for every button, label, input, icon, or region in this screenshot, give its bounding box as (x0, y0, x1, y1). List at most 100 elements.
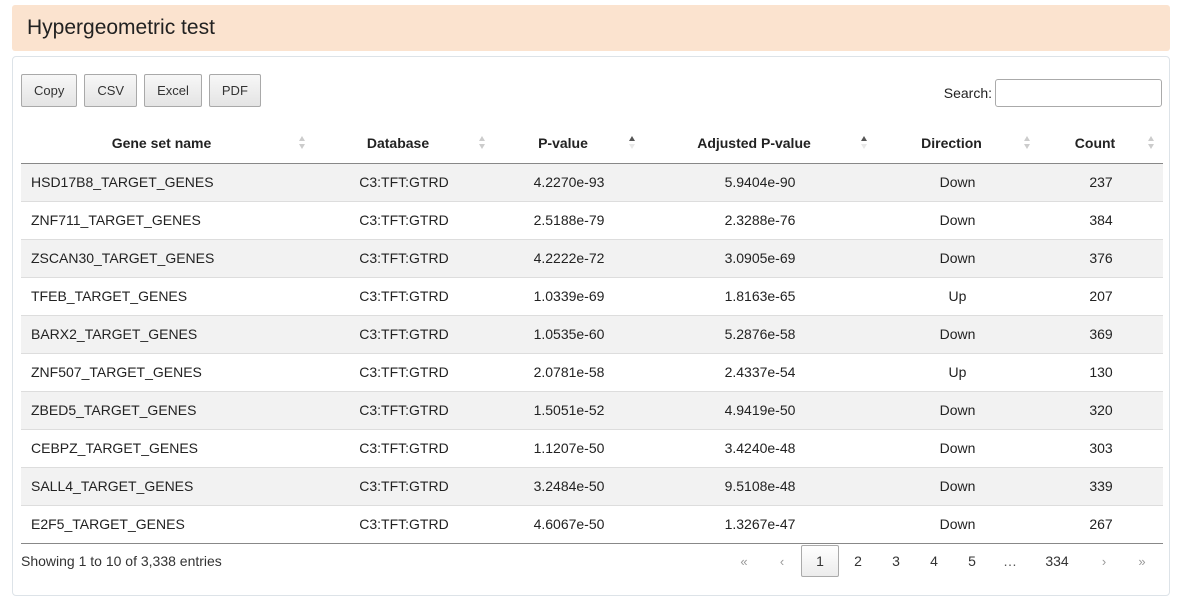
gene-set-name-cell: BARX2_TARGET_GENES (21, 315, 314, 354)
gene-set-name-cell: HSD17B8_TARGET_GENES (21, 163, 314, 202)
adjusted-p-value-cell: 5.2876e-58 (644, 315, 876, 354)
direction-cell: Down (876, 467, 1039, 506)
direction-cell: Down (876, 315, 1039, 354)
previous-page-button[interactable]: ‹ (763, 545, 801, 577)
direction-cell: Down (876, 239, 1039, 278)
p-value-cell: 3.2484e-50 (494, 467, 644, 506)
export-toolbar: Copy CSV Excel PDF (21, 74, 261, 107)
count-cell: 384 (1039, 201, 1163, 240)
count-cell: 376 (1039, 239, 1163, 278)
p-value-cell: 1.0339e-69 (494, 277, 644, 316)
table-body: HSD17B8_TARGET_GENES C3:TFT:GTRD 4.2270e-9… (21, 163, 1163, 544)
sort-both-icon (479, 136, 486, 150)
page-button-5[interactable]: 5 (953, 545, 991, 577)
excel-button[interactable]: Excel (144, 74, 202, 107)
sort-both-icon (299, 136, 306, 150)
gene-set-name-cell: TFEB_TARGET_GENES (21, 277, 314, 316)
table-row[interactable]: SALL4_TARGET_GENES C3:TFT:GTRD 3.2484e-50 9… (21, 467, 1163, 506)
table-row[interactable]: ZBED5_TARGET_GENES C3:TFT:GTRD 1.5051e-52 4… (21, 391, 1163, 430)
column-header-label: Database (366, 135, 430, 152)
count-cell: 320 (1039, 391, 1163, 430)
last-page-button[interactable]: » (1123, 545, 1161, 577)
direction-cell: Down (876, 429, 1039, 468)
database-cell: C3:TFT:GTRD (314, 505, 494, 544)
column-header-adjusted-p-value[interactable]: Adjusted P-value (644, 124, 876, 164)
database-cell: C3:TFT:GTRD (314, 315, 494, 354)
gene-set-name-cell: E2F5_TARGET_GENES (21, 505, 314, 544)
sort-both-icon (1148, 136, 1155, 150)
page-header: Hypergeometric test (12, 5, 1170, 51)
table-row[interactable]: HSD17B8_TARGET_GENES C3:TFT:GTRD 4.2270e-9… (21, 163, 1163, 202)
gene-set-name-cell: ZNF507_TARGET_GENES (21, 353, 314, 392)
p-value-cell: 1.1207e-50 (494, 429, 644, 468)
search-input[interactable] (995, 79, 1162, 107)
table-row[interactable]: BARX2_TARGET_GENES C3:TFT:GTRD 1.0535e-60 5… (21, 315, 1163, 354)
count-cell: 237 (1039, 163, 1163, 202)
column-header-direction[interactable]: Direction (876, 124, 1039, 164)
p-value-cell: 2.5188e-79 (494, 201, 644, 240)
table-row[interactable]: TFEB_TARGET_GENES C3:TFT:GTRD 1.0339e-69 1.… (21, 277, 1163, 316)
database-cell: C3:TFT:GTRD (314, 201, 494, 240)
copy-button[interactable]: Copy (21, 74, 78, 107)
adjusted-p-value-cell: 1.8163e-65 (644, 277, 876, 316)
database-cell: C3:TFT:GTRD (314, 391, 494, 430)
p-value-cell: 1.0535e-60 (494, 315, 644, 354)
sort-both-icon (1024, 136, 1031, 150)
count-cell: 303 (1039, 429, 1163, 468)
pagination-ellipsis: … (1003, 553, 1017, 569)
adjusted-p-value-cell: 2.4337e-54 (644, 353, 876, 392)
p-value-cell: 4.6067e-50 (494, 505, 644, 544)
gene-set-name-cell: CEBPZ_TARGET_GENES (21, 429, 314, 468)
page-title: Hypergeometric test (27, 16, 215, 39)
next-page-button[interactable]: › (1085, 545, 1123, 577)
first-page-button[interactable]: « (725, 545, 763, 577)
page-button-last[interactable]: 334 (1029, 545, 1085, 577)
table-row[interactable]: E2F5_TARGET_GENES C3:TFT:GTRD 4.6067e-50 1.… (21, 505, 1163, 544)
p-value-cell: 1.5051e-52 (494, 391, 644, 430)
count-cell: 130 (1039, 353, 1163, 392)
table-row[interactable]: ZNF711_TARGET_GENES C3:TFT:GTRD 2.5188e-79… (21, 201, 1163, 240)
table-row[interactable]: ZNF507_TARGET_GENES C3:TFT:GTRD 2.0781e-58… (21, 353, 1163, 392)
direction-cell: Down (876, 391, 1039, 430)
database-cell: C3:TFT:GTRD (314, 277, 494, 316)
database-cell: C3:TFT:GTRD (314, 353, 494, 392)
results-table: Gene set name Database P-value Adjusted P-v… (21, 124, 1163, 544)
column-header-label: P-value (538, 135, 588, 152)
database-cell: C3:TFT:GTRD (314, 239, 494, 278)
database-cell: C3:TFT:GTRD (314, 467, 494, 506)
gene-set-name-cell: ZSCAN30_TARGET_GENES (21, 239, 314, 278)
column-header-gene-set-name[interactable]: Gene set name (21, 124, 314, 164)
column-header-label: Adjusted P-value (697, 135, 811, 152)
table-row[interactable]: CEBPZ_TARGET_GENES C3:TFT:GTRD 1.1207e-50 3… (21, 429, 1163, 468)
table-row[interactable]: ZSCAN30_TARGET_GENES C3:TFT:GTRD 4.2222e-7… (21, 239, 1163, 278)
p-value-cell: 2.0781e-58 (494, 353, 644, 392)
page-button-4[interactable]: 4 (915, 545, 953, 577)
gene-set-name-cell: SALL4_TARGET_GENES (21, 467, 314, 506)
csv-button[interactable]: CSV (84, 74, 138, 107)
count-cell: 339 (1039, 467, 1163, 506)
gene-set-name-cell: ZNF711_TARGET_GENES (21, 201, 314, 240)
column-header-label: Gene set name (111, 135, 212, 152)
adjusted-p-value-cell: 1.3267e-47 (644, 505, 876, 544)
column-header-label: Count (1074, 135, 1116, 152)
page-button-3[interactable]: 3 (877, 545, 915, 577)
sort-ascending-icon (629, 136, 636, 150)
count-cell: 207 (1039, 277, 1163, 316)
page-button-2[interactable]: 2 (839, 545, 877, 577)
gene-set-name-cell: ZBED5_TARGET_GENES (21, 391, 314, 430)
adjusted-p-value-cell: 3.4240e-48 (644, 429, 876, 468)
database-cell: C3:TFT:GTRD (314, 429, 494, 468)
search-label: Search: (943, 85, 992, 101)
direction-cell: Up (876, 277, 1039, 316)
page-button-1[interactable]: 1 (801, 545, 839, 577)
p-value-cell: 4.2222e-72 (494, 239, 644, 278)
column-header-database[interactable]: Database (314, 124, 494, 164)
table-info: Showing 1 to 10 of 3,338 entries (21, 553, 222, 569)
pdf-button[interactable]: PDF (208, 74, 261, 107)
pagination: « ‹ 1 2 3 4 5 … 334 › » (725, 545, 1161, 577)
direction-cell: Down (876, 163, 1039, 202)
table-header-row: Gene set name Database P-value Adjusted P-v… (21, 124, 1163, 164)
results-panel: Copy CSV Excel PDF Search: Gene set name… (12, 56, 1170, 596)
column-header-p-value[interactable]: P-value (494, 124, 644, 164)
column-header-count[interactable]: Count (1039, 124, 1163, 164)
